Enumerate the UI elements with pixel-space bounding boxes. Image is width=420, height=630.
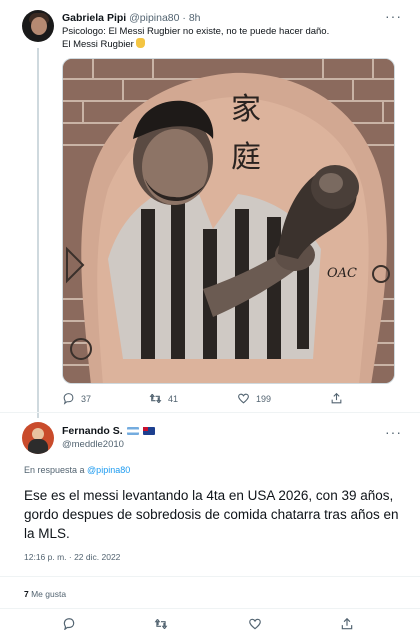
- share-action[interactable]: [330, 392, 343, 405]
- reply-action[interactable]: 37: [62, 392, 91, 405]
- share-action[interactable]: [340, 617, 354, 630]
- retweet-icon: [154, 618, 168, 630]
- tweet-text: Psicologo: El Messi Rugbier no existe, n…: [62, 25, 402, 51]
- separator: ·: [182, 12, 186, 24]
- like-icon: [249, 618, 261, 630]
- pointing-hand-emoji-icon: [135, 38, 145, 48]
- thread-connector: [37, 48, 39, 418]
- display-name[interactable]: Gabriela Pipi: [62, 12, 126, 24]
- reply-handle-link[interactable]: @pipina80: [87, 465, 130, 475]
- retweet-count: 41: [168, 393, 179, 404]
- tweet-age[interactable]: 8h: [189, 12, 201, 24]
- tweet-gabriela[interactable]: Gabriela Pipi @pipina80 · 8h ··· Psicolo…: [0, 0, 420, 418]
- tweet-actions: [0, 617, 420, 630]
- reply-icon: [63, 618, 75, 630]
- retweet-action[interactable]: 41: [149, 392, 178, 405]
- reply-action[interactable]: [62, 617, 76, 630]
- retweet-icon: [149, 393, 162, 404]
- like-count: 199: [256, 393, 272, 404]
- handle[interactable]: @meddle2010: [62, 439, 124, 450]
- tweet-text-line2: El Messi Rugbier: [62, 39, 134, 50]
- tattoo-character-1: 家: [231, 92, 261, 127]
- tweet-media-image[interactable]: 家 庭 OAC: [62, 58, 395, 384]
- australia-flag-icon: [142, 427, 155, 435]
- avatar-face: [31, 17, 47, 35]
- tweet-text-line1: Psicologo: El Messi Rugbier no existe, n…: [62, 26, 330, 37]
- avatar[interactable]: [22, 10, 54, 42]
- more-icon[interactable]: ···: [385, 424, 402, 440]
- tattoo-photo: 家 庭 OAC: [63, 59, 394, 383]
- share-icon: [331, 392, 342, 404]
- likes-label: Me gusta: [28, 589, 67, 599]
- reply-icon: [63, 393, 74, 405]
- tweet-actions: 37 41 199: [62, 392, 362, 408]
- reply-count: 37: [81, 393, 92, 404]
- tweet-header: Gabriela Pipi @pipina80 · 8h: [62, 12, 201, 24]
- tattoo-character-2: 庭: [231, 140, 261, 175]
- avatar-body: [28, 439, 48, 454]
- tweet-text-line2-wrap: El Messi Rugbier: [62, 38, 402, 51]
- reply-context: En respuesta a @pipina80: [24, 465, 130, 475]
- divider: [0, 412, 420, 413]
- tweet-text: Ese es el messi levantando la 4ta en USA…: [24, 488, 399, 541]
- tweet-timestamp[interactable]: 12:16 p. m. · 22 dic. 2022: [24, 552, 120, 562]
- tattoo-initials: OAC: [327, 266, 357, 281]
- tweet-header: Fernando S.: [62, 425, 155, 437]
- more-icon[interactable]: ···: [385, 8, 402, 24]
- retweet-action[interactable]: [154, 617, 168, 630]
- like-icon: [238, 393, 249, 404]
- divider: [0, 608, 420, 609]
- share-icon: [341, 617, 353, 630]
- display-name[interactable]: Fernando S.: [62, 425, 123, 437]
- avatar[interactable]: [22, 422, 54, 454]
- like-action[interactable]: [248, 617, 262, 630]
- like-action[interactable]: 199: [237, 392, 271, 405]
- reply-prefix: En respuesta a: [24, 465, 88, 475]
- likes-summary[interactable]: 7 Me gusta: [24, 589, 66, 599]
- argentina-flag-icon: [126, 427, 139, 435]
- divider: [0, 576, 420, 577]
- handle[interactable]: @pipina80: [129, 12, 179, 24]
